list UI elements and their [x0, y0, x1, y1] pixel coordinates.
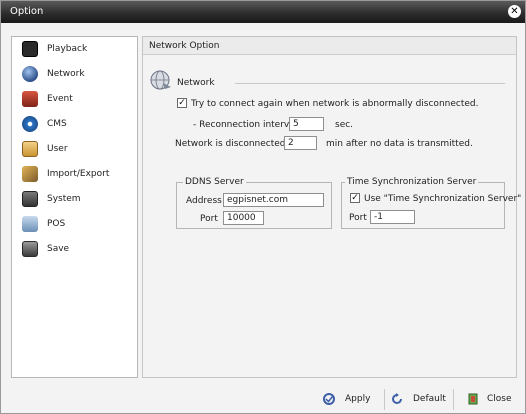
- sidebar-item-label: Network: [47, 69, 85, 79]
- reconnection-interval-input[interactable]: 5: [289, 117, 324, 131]
- cms-gear-icon: [22, 116, 38, 132]
- sidebar-item-import-export[interactable]: Import/Export: [12, 162, 137, 186]
- sidebar-item-label: POS: [47, 219, 66, 229]
- network-globe-icon: [149, 69, 173, 91]
- disconnect-label: Network is disconnected in: [175, 139, 297, 149]
- sidebar-item-network[interactable]: Network: [12, 62, 137, 86]
- disconnect-minutes-input[interactable]: 2: [284, 136, 317, 150]
- ddns-server-group: DDNS Server Address egpisnet.com Port 10…: [176, 177, 332, 229]
- sidebar-item-pos[interactable]: POS: [12, 212, 137, 236]
- film-icon: [22, 41, 38, 57]
- panel-header: Network Option: [143, 37, 516, 55]
- sidebar-item-label: System: [47, 194, 81, 204]
- default-reset-icon: [391, 393, 403, 405]
- title-bar: Option ✕: [1, 1, 525, 23]
- option-window: Option ✕ Playback Network Event CMS User…: [0, 0, 526, 414]
- footer-separator: [453, 389, 454, 410]
- section-divider: [235, 83, 505, 84]
- reconnect-checkbox[interactable]: ✓: [177, 98, 187, 108]
- default-button[interactable]: Default: [389, 390, 449, 409]
- ddns-address-input[interactable]: egpisnet.com: [223, 193, 324, 207]
- sidebar-item-label: Playback: [47, 44, 88, 54]
- close-button[interactable]: Close: [465, 390, 517, 409]
- time-sync-port-label: Port: [349, 213, 367, 223]
- system-icon: [22, 191, 38, 207]
- close-door-icon: [467, 393, 479, 405]
- sidebar: Playback Network Event CMS User Import/E…: [11, 36, 138, 378]
- sidebar-item-label: Import/Export: [47, 169, 110, 179]
- footer-separator: [384, 389, 385, 410]
- sidebar-item-label: User: [47, 144, 68, 154]
- use-time-sync-checkbox[interactable]: ✓: [350, 193, 360, 203]
- time-sync-server-group: Time Synchronization Server ✓ Use "Time …: [341, 177, 521, 229]
- ddns-address-label: Address: [186, 196, 222, 206]
- sidebar-item-user[interactable]: User: [12, 137, 137, 161]
- sidebar-item-system[interactable]: System: [12, 187, 137, 211]
- apply-icon: [323, 393, 335, 405]
- globe-icon: [22, 66, 38, 82]
- interval-unit-label: sec.: [335, 120, 354, 130]
- time-sync-port-input[interactable]: -1: [370, 210, 415, 224]
- default-button-label: Default: [413, 394, 446, 404]
- sidebar-item-cms[interactable]: CMS: [12, 112, 137, 136]
- import-export-icon: [22, 166, 38, 182]
- network-option-panel: Network Option Network ✓ Try to connect …: [142, 36, 521, 378]
- ddns-server-legend: DDNS Server: [183, 177, 246, 187]
- reconnection-interval-label: - Reconnection interval: [193, 120, 298, 130]
- sidebar-item-save[interactable]: Save: [12, 237, 137, 261]
- ddns-port-label: Port: [200, 214, 218, 224]
- sidebar-item-event[interactable]: Event: [12, 87, 137, 111]
- ddns-port-input[interactable]: 10000: [223, 211, 264, 225]
- event-icon: [22, 91, 38, 107]
- close-button-label: Close: [487, 394, 512, 404]
- panel-title: Network Option: [149, 41, 220, 51]
- sidebar-item-playback[interactable]: Playback: [12, 37, 137, 61]
- sidebar-item-label: CMS: [47, 119, 67, 129]
- save-disk-icon: [22, 241, 38, 257]
- time-sync-legend: Time Synchronization Server: [345, 177, 479, 187]
- use-time-sync-label: Use "Time Synchronization Server": [364, 194, 522, 204]
- reconnect-label: Try to connect again when network is abn…: [191, 99, 479, 109]
- apply-button-label: Apply: [345, 394, 371, 404]
- sidebar-item-label: Save: [47, 244, 70, 254]
- user-icon: [22, 141, 38, 157]
- disconnect-suffix-label: min after no data is transmitted.: [326, 139, 473, 149]
- pos-icon: [22, 216, 38, 232]
- window-close-icon[interactable]: ✕: [508, 5, 521, 18]
- apply-button[interactable]: Apply: [321, 390, 379, 409]
- window-title: Option: [10, 6, 44, 17]
- network-section-heading: Network: [177, 78, 215, 88]
- sidebar-item-label: Event: [47, 94, 73, 104]
- footer-bar: Apply Default Close: [11, 386, 517, 413]
